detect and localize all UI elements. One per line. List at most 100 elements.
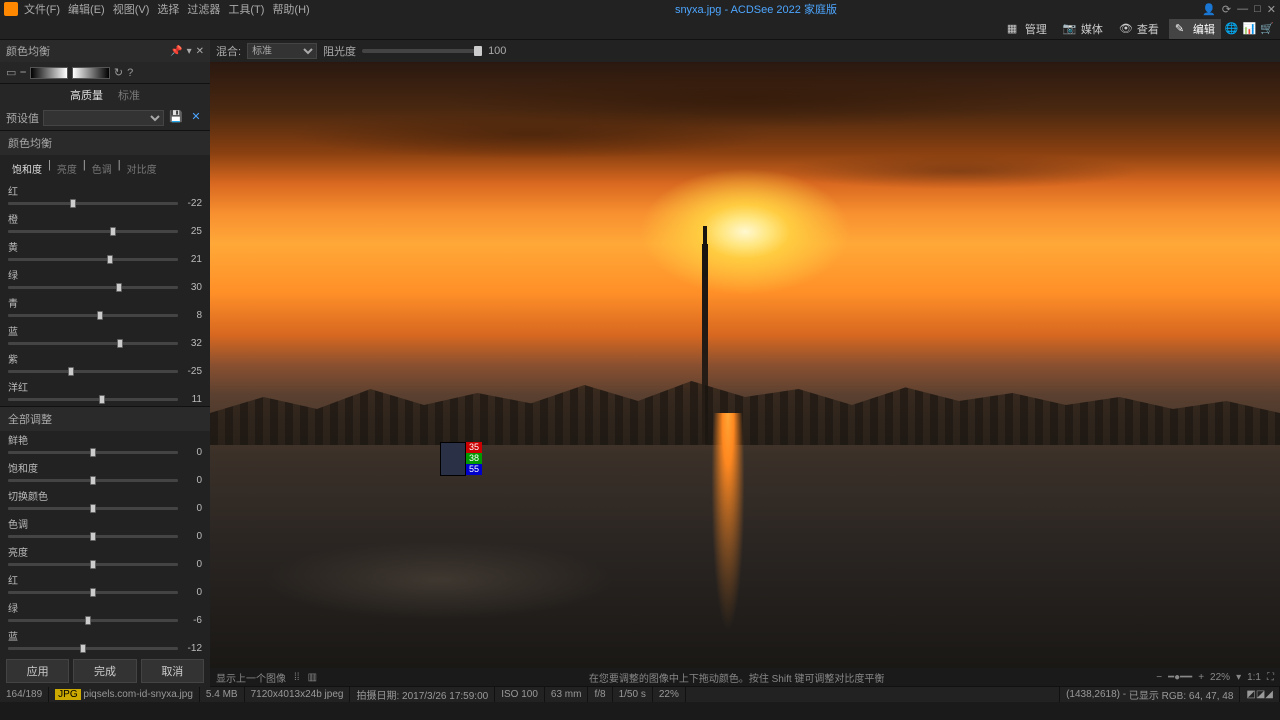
tab-brightness[interactable]: 亮度 (53, 159, 81, 178)
slider-color[interactable] (8, 398, 178, 401)
slider-color[interactable] (8, 342, 178, 345)
slider-global[interactable] (8, 479, 178, 482)
slider-value-global: 0 (182, 531, 202, 542)
slider-label-global: 切换颜色 (8, 488, 202, 503)
tab-saturation[interactable]: 饱和度 (8, 159, 46, 178)
status-shutter: 1/50 s (613, 687, 653, 702)
slider-color[interactable] (8, 202, 178, 205)
menu-tools[interactable]: 工具(T) (228, 1, 264, 17)
prev-image-link[interactable]: 显示上一个图像 (216, 670, 286, 685)
user-icon[interactable]: 👤 (1202, 3, 1216, 16)
status-filename: piqsels.com-id-snyxa.jpg (83, 689, 193, 700)
slider-label-color: 紫 (8, 351, 202, 366)
slider-color[interactable] (8, 314, 178, 317)
preset-save-icon[interactable]: 💾 (168, 110, 184, 126)
sync-icon[interactable]: ⟳ (1222, 3, 1231, 16)
reset-icon[interactable]: ↻ (114, 66, 123, 79)
menu-help[interactable]: 帮助(H) (272, 1, 309, 17)
slider-value-global: 0 (182, 475, 202, 486)
status-coords: (1438,2618) (1066, 689, 1120, 700)
quality-standard[interactable]: 标准 (112, 88, 146, 104)
zoom-out-icon[interactable]: − (1156, 672, 1162, 683)
app-logo (4, 2, 18, 16)
brush-icon[interactable]: ⎯ (20, 66, 26, 79)
slider-value-color: 32 (182, 338, 202, 349)
done-button[interactable]: 完成 (73, 659, 136, 683)
maximize-icon[interactable]: □ (1254, 3, 1261, 16)
globe-icon[interactable]: 🌐 (1225, 22, 1239, 35)
window-title: snyxa.jpg - ACDSee 2022 家庭版 (310, 1, 1202, 17)
slider-value-global: 0 (182, 447, 202, 458)
apply-button[interactable]: 应用 (6, 659, 69, 683)
slider-color[interactable] (8, 230, 178, 233)
status-dimensions: 7120x4013x24b jpeg (245, 687, 351, 702)
slider-rgb[interactable] (8, 619, 178, 622)
mode-manage[interactable]: ▦管理 (1001, 19, 1053, 39)
menu-filter[interactable]: 过滤器 (187, 1, 220, 17)
quality-high[interactable]: 高质量 (64, 88, 109, 104)
blend-select[interactable]: 标准 (247, 43, 317, 59)
gradient-light-dark[interactable] (72, 67, 110, 79)
chevron-down-icon[interactable]: ▾ (187, 46, 192, 57)
fit-icon[interactable]: ⛶ (1267, 672, 1274, 683)
slider-label-color: 青 (8, 295, 202, 310)
panel-close-icon[interactable]: ✕ (196, 46, 204, 57)
slider-rgb[interactable] (8, 591, 178, 594)
slider-global[interactable] (8, 451, 178, 454)
pin-icon[interactable]: 📌 (170, 46, 182, 57)
slider-value-color: 11 (182, 394, 202, 405)
blend-label: 混合: (216, 43, 241, 59)
mode-media[interactable]: 📷媒体 (1057, 19, 1109, 39)
help-icon[interactable]: ? (127, 67, 133, 79)
histogram-icon[interactable]: 📊 (1243, 22, 1257, 35)
status-count: 164/189 (0, 687, 49, 702)
cancel-button[interactable]: 取消 (141, 659, 204, 683)
zoom-in-icon[interactable]: + (1198, 672, 1204, 683)
gradient-dark-light[interactable] (30, 67, 68, 79)
preset-select[interactable] (43, 110, 164, 126)
tab-contrast[interactable]: 对比度 (123, 159, 161, 178)
slider-label-global: 亮度 (8, 544, 202, 559)
slider-rgb[interactable] (8, 647, 178, 650)
slider-label-color: 蓝 (8, 323, 202, 338)
status-aperture: f/8 (588, 687, 612, 702)
mode-edit[interactable]: ✎编辑 (1169, 19, 1221, 39)
slider-global[interactable] (8, 563, 178, 566)
panel-title: 颜色均衡 (6, 43, 50, 59)
zoom-ratio[interactable]: 1:1 (1247, 672, 1261, 683)
mode-view[interactable]: 👁查看 (1113, 19, 1165, 39)
zoom-slider[interactable]: ━●━━ (1168, 672, 1192, 683)
hint-text: 在您要调整的图像中上下拖动颜色。按住 Shift 键可调整对比度平衡 (325, 670, 1148, 685)
slider-color[interactable] (8, 258, 178, 261)
menu-view[interactable]: 视图(V) (113, 1, 150, 17)
status-filetype: JPG (55, 689, 80, 700)
slider-color[interactable] (8, 286, 178, 289)
menu-edit[interactable]: 编辑(E) (68, 1, 105, 17)
slider-value-global: 0 (182, 503, 202, 514)
slider-label-color: 红 (8, 183, 202, 198)
slider-global[interactable] (8, 535, 178, 538)
slider-global[interactable] (8, 507, 178, 510)
picker-icon[interactable]: ▭ (6, 66, 16, 79)
slider-label-global: 色调 (8, 516, 202, 531)
hint-bars-icon[interactable]: ▥ (308, 672, 317, 683)
zoom-percent: 22% (1210, 672, 1230, 683)
basket-icon[interactable]: 🛒 (1260, 22, 1274, 35)
zoom-dropdown-icon[interactable]: ▾ (1236, 672, 1241, 683)
menu-file[interactable]: 文件(F) (24, 1, 60, 17)
exposure-slider[interactable] (362, 49, 482, 53)
close-icon[interactable]: ✕ (1267, 3, 1276, 16)
slider-color[interactable] (8, 370, 178, 373)
menu-select[interactable]: 选择 (157, 1, 179, 17)
minimize-icon[interactable]: — (1237, 3, 1248, 16)
slider-value-rgb: -12 (182, 643, 202, 654)
slider-label-rgb: 绿 (8, 600, 202, 615)
preset-delete-icon[interactable]: ✕ (188, 110, 204, 126)
slider-value-color: 25 (182, 226, 202, 237)
preset-label: 预设值 (6, 110, 39, 126)
image-canvas[interactable]: 35 38 55 (210, 62, 1280, 668)
tab-hue[interactable]: 色调 (88, 159, 116, 178)
status-zoom: 22% (653, 687, 686, 702)
status-tools[interactable]: ◩◪◢ (1240, 687, 1280, 702)
hint-histogram-icon[interactable]: ⁞⁞ (294, 672, 300, 683)
